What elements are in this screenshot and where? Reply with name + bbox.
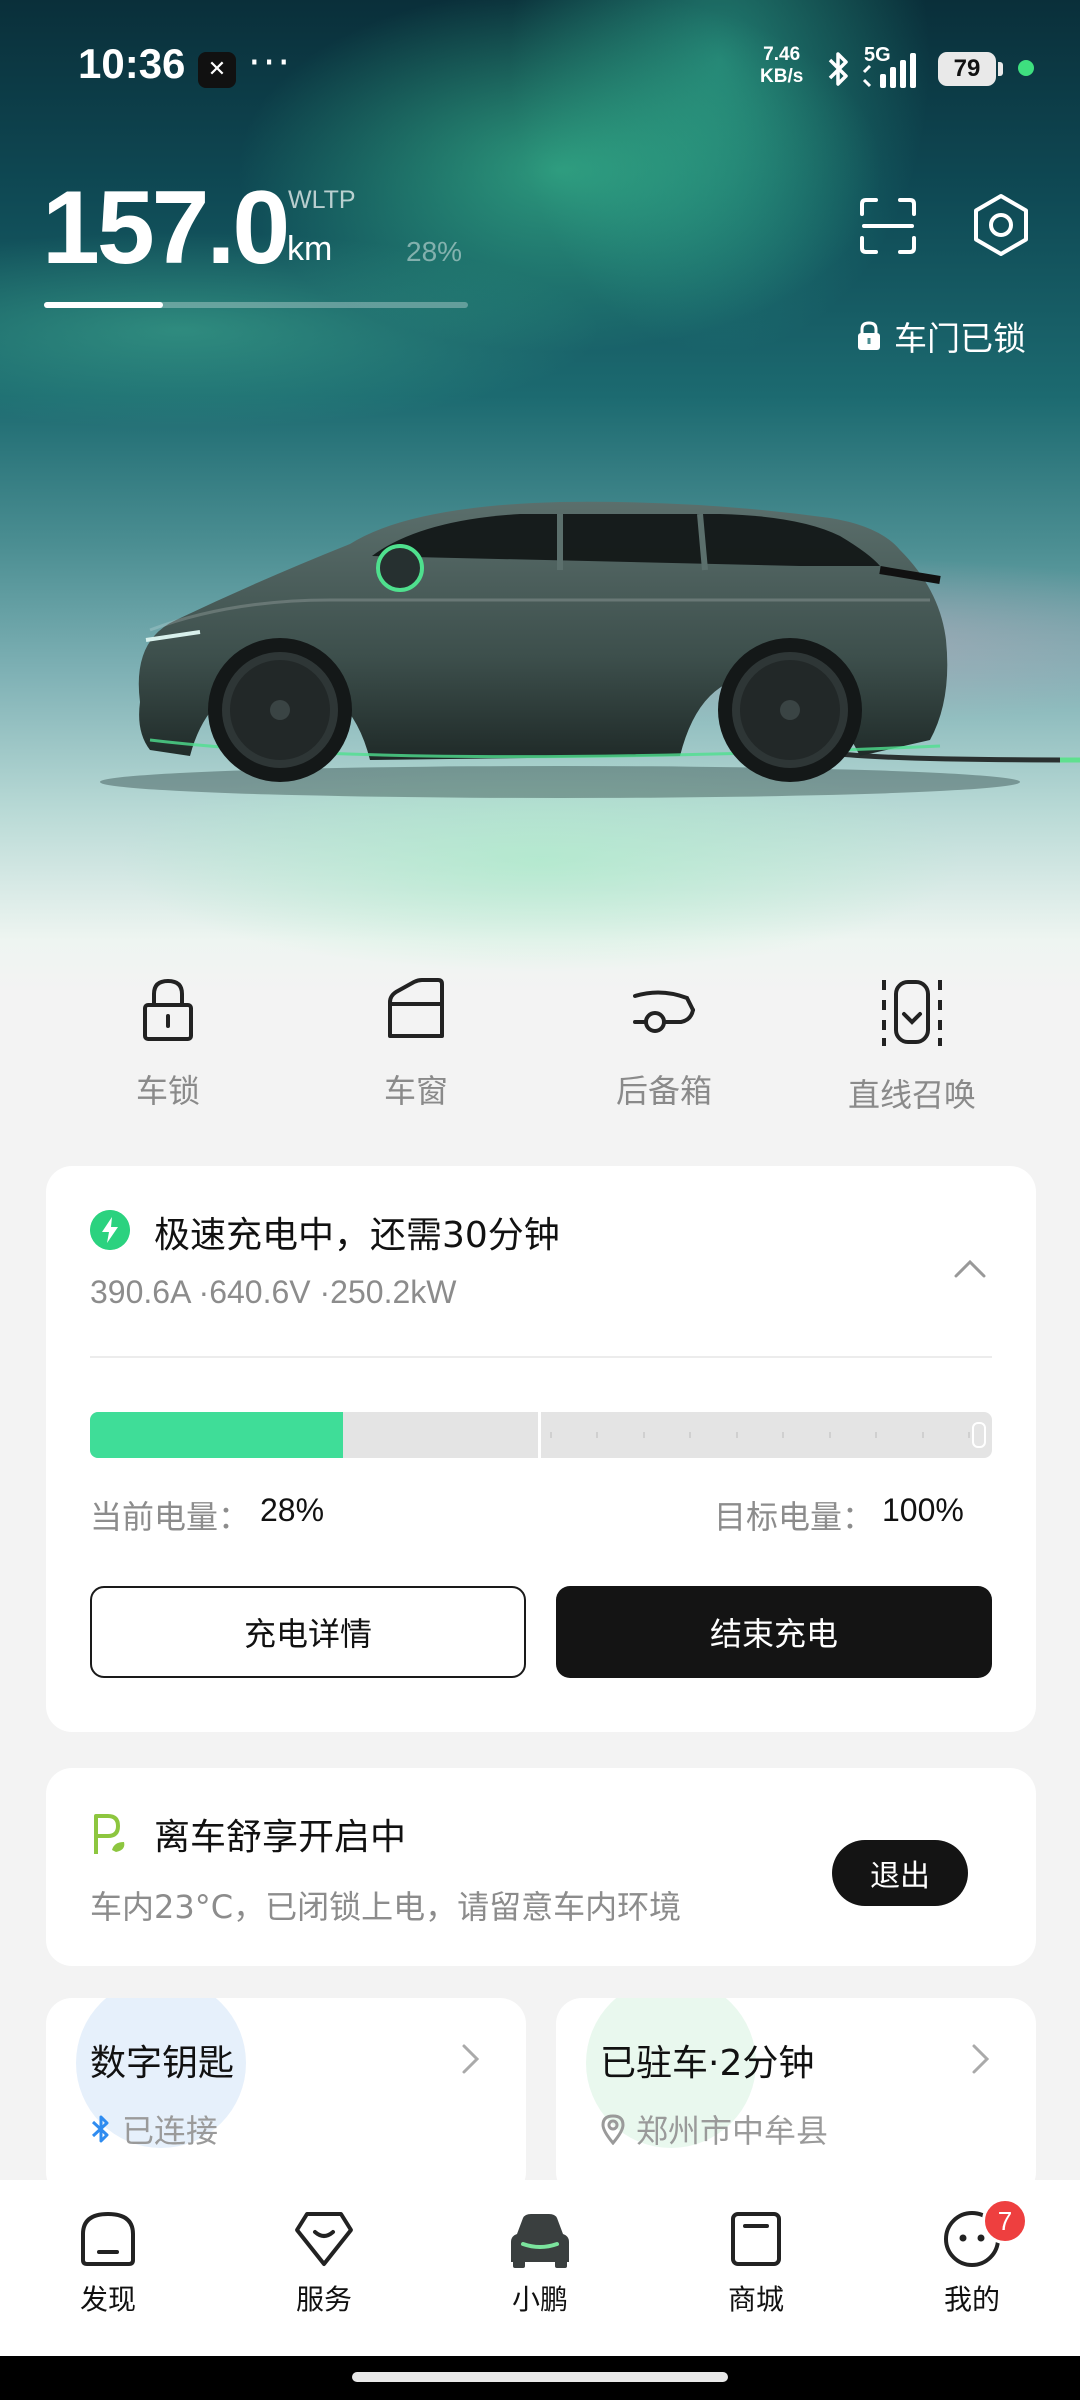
network-speed: 7.46 KB/s (760, 44, 803, 88)
battery-level-fill (44, 302, 163, 308)
bluetooth-icon (91, 2115, 109, 2143)
discover-icon (81, 2211, 135, 2266)
door-lock-status-text: 车门已锁 (894, 319, 1026, 358)
gesture-bar (0, 2356, 1080, 2400)
comfort-exit-button[interactable]: 退出 (832, 1840, 968, 1906)
divider (90, 1356, 992, 1358)
fast-charge-icon (90, 1210, 130, 1250)
quick-control-trunk-label: 后备箱 (615, 1072, 712, 1110)
window-icon (388, 978, 444, 1038)
parking-card[interactable]: 已驻车·2分钟 郑州市中牟县 (556, 1998, 1036, 2198)
padlock-icon (858, 321, 880, 350)
signal-icon (862, 53, 916, 88)
battery-level-bar (44, 302, 468, 308)
quick-controls: 车锁 车窗 后备箱 直线召唤 (0, 966, 1080, 1126)
current-charge-value: 28% (260, 1492, 325, 1528)
car-image (100, 501, 1080, 798)
digital-key-status-text: 已连接 (122, 2112, 219, 2150)
scan-icon[interactable] (858, 196, 918, 256)
quick-control-window-label: 车窗 (383, 1072, 448, 1110)
nav-xpeng[interactable]: 小鹏 (460, 2208, 620, 2318)
status-bar: 10:36 ✕ ··· 7.46 KB/s 5G 79 (0, 0, 1080, 140)
nav-discover[interactable]: 发现 (28, 2208, 188, 2318)
rear-wheel (718, 638, 862, 782)
summon-icon (882, 980, 942, 1046)
quick-control-lock[interactable]: 车锁 (68, 966, 268, 1126)
charging-specs: 390.6A ·640.6V ·250.2kW (90, 1274, 457, 1310)
comfort-mode-title: 离车舒享开启中 (154, 1817, 407, 1858)
quick-control-window[interactable]: 车窗 (316, 966, 516, 1126)
nav-discover-label: 发现 (79, 2283, 136, 2316)
network-speed-unit: KB/s (760, 66, 804, 87)
parking-title: 已驻车·2分钟 (600, 2043, 815, 2084)
target-charge-label: 目标电量： (714, 1498, 875, 1536)
target-limit-handle[interactable] (972, 1422, 986, 1448)
battery-indicator: 79 (938, 52, 996, 86)
range-standard: WLTP (288, 186, 356, 214)
network-speed-value: 7.46 (763, 44, 801, 65)
quick-control-trunk[interactable]: 后备箱 (564, 966, 764, 1126)
more-notifications-icon: ··· (248, 40, 293, 86)
service-icon (295, 2212, 353, 2266)
front-wheel (208, 638, 352, 782)
nav-mall[interactable]: 商城 (676, 2208, 836, 2318)
lock-icon (143, 978, 193, 1041)
trunk-icon (633, 990, 695, 1033)
charging-card: 极速充电中，还需30分钟 390.6A ·640.6V ·250.2kW 当前电… (46, 1166, 1036, 1732)
door-lock-status: 车门已锁 (856, 314, 1026, 358)
charge-progress-fill (90, 1412, 343, 1458)
bluetooth-icon (828, 52, 848, 86)
digital-key-card[interactable]: 数字钥匙 已连接 (46, 1998, 526, 2198)
parking-comfort-icon (94, 1814, 125, 1854)
nav-xpeng-label: 小鹏 (511, 2283, 568, 2316)
charging-details-button[interactable]: 充电详情 (90, 1586, 526, 1678)
hero-panel: 10:36 ✕ ··· 7.46 KB/s 5G 79 157.0 WLTP k… (0, 0, 1080, 990)
car-icon (511, 2214, 569, 2268)
charging-status-title: 极速充电中，还需30分钟 (154, 1215, 560, 1256)
chevron-up-icon[interactable] (952, 1256, 988, 1280)
notification-badge: 7 (982, 2198, 1028, 2244)
status-time: 10:36 (78, 40, 186, 87)
home-indicator[interactable] (352, 2372, 728, 2382)
quick-control-lock-label: 车锁 (135, 1072, 200, 1110)
battery-tip (998, 62, 1003, 76)
comfort-mode-card[interactable]: 离车舒享开启中 车内23°C，已闭锁上电，请留意车内环境 退出 (46, 1768, 1036, 1966)
mall-icon (731, 2212, 781, 2266)
current-charge-label: 当前电量： (90, 1498, 251, 1536)
comfort-mode-subtitle: 车内23°C，已闭锁上电，请留意车内环境 (90, 1888, 682, 1926)
app-notification-icon: ✕ (198, 52, 236, 88)
range-value: 157.0 (42, 170, 290, 286)
battery-percent: 28% (406, 236, 463, 267)
target-charge-value: 100% (882, 1492, 964, 1528)
charge-progress-ticks (550, 1432, 970, 1438)
charging-dot-icon (1018, 60, 1034, 76)
charge-progress-midpoint (538, 1412, 541, 1458)
stop-charging-button[interactable]: 结束充电 (556, 1586, 992, 1678)
quick-control-summon[interactable]: 直线召唤 (812, 966, 1012, 1126)
chevron-right-icon (972, 2044, 990, 2074)
charge-progress-bar (90, 1412, 992, 1458)
digital-key-title: 数字钥匙 (90, 2043, 235, 2084)
digital-key-status: 已连接 (90, 2106, 218, 2152)
location-pin-icon (601, 2114, 625, 2145)
nav-service-label: 服务 (295, 2283, 352, 2316)
range-unit: km (287, 230, 333, 268)
quick-control-summon-label: 直线召唤 (847, 1076, 976, 1114)
nav-mall-label: 商城 (727, 2283, 784, 2316)
chevron-right-icon (462, 2044, 480, 2074)
nav-service[interactable]: 服务 (244, 2208, 404, 2318)
nav-profile[interactable]: 我的 7 (892, 2198, 1052, 2318)
parking-location: 郑州市中牟县 (600, 2106, 828, 2152)
parking-location-text: 郑州市中牟县 (636, 2112, 829, 2150)
nav-profile-label: 我的 (943, 2283, 1000, 2316)
settings-hexagon-icon[interactable] (968, 192, 1034, 258)
